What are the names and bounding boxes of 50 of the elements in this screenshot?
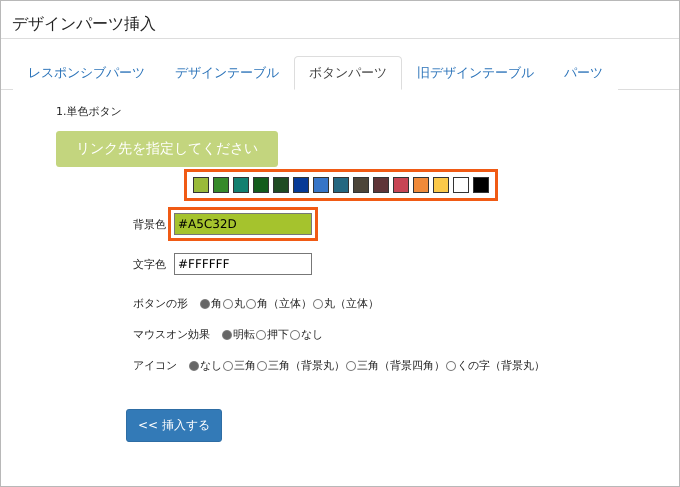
radio-label[interactable]: 角（立体） xyxy=(257,296,312,311)
radio-button[interactable] xyxy=(290,330,300,340)
insert-button[interactable]: << 挿入する xyxy=(126,409,222,442)
field-label: 背景色 xyxy=(133,216,166,232)
color-swatch[interactable] xyxy=(353,177,369,193)
section-title: 1.単色ボタン xyxy=(56,104,122,119)
radio-label[interactable]: なし xyxy=(200,358,222,373)
radio-button[interactable] xyxy=(313,298,323,308)
color-swatch[interactable] xyxy=(433,177,449,193)
page-title: デザインパーツ挿入 xyxy=(11,13,157,35)
radio-button[interactable] xyxy=(346,360,356,370)
color-swatch[interactable] xyxy=(453,177,469,193)
color-input[interactable]: #A5C32D xyxy=(174,213,312,235)
radio-label[interactable]: 明転 xyxy=(233,327,255,342)
radio-button[interactable] xyxy=(200,298,210,308)
color-input[interactable]: #FFFFFF xyxy=(174,253,312,275)
color-swatch[interactable] xyxy=(333,177,349,193)
color-swatch[interactable] xyxy=(193,177,209,193)
field-label: 文字色 xyxy=(133,256,166,272)
tab[interactable]: ボタンパーツ xyxy=(294,56,402,90)
radio-label[interactable]: 三角（背景四角） xyxy=(357,358,445,373)
color-swatch[interactable] xyxy=(373,177,389,193)
color-swatch[interactable] xyxy=(413,177,429,193)
radio-label[interactable]: 丸 xyxy=(234,296,245,311)
color-swatch[interactable] xyxy=(213,177,229,193)
radio-button[interactable] xyxy=(256,330,266,340)
color-swatch[interactable] xyxy=(473,177,489,193)
color-swatch[interactable] xyxy=(233,177,249,193)
radio-label[interactable]: 押下 xyxy=(267,327,289,342)
radio-button[interactable] xyxy=(222,330,232,340)
radio-button[interactable] xyxy=(246,298,256,308)
color-swatch[interactable] xyxy=(273,177,289,193)
color-swatch[interactable] xyxy=(313,177,329,193)
option-label: アイコン xyxy=(133,358,177,373)
radio-label[interactable]: 三角 xyxy=(234,358,256,373)
radio-label[interactable]: くの字（背景丸） xyxy=(457,358,545,373)
option-label: マウスオン効果 xyxy=(133,327,210,342)
radio-button[interactable] xyxy=(223,298,233,308)
color-swatch[interactable] xyxy=(253,177,269,193)
radio-button[interactable] xyxy=(257,360,267,370)
color-swatch[interactable] xyxy=(393,177,409,193)
radio-button[interactable] xyxy=(446,360,456,370)
radio-button[interactable] xyxy=(189,360,199,370)
radio-label[interactable]: 角 xyxy=(211,296,222,311)
radio-label[interactable]: なし xyxy=(301,327,323,342)
radio-label[interactable]: 三角（背景丸） xyxy=(268,358,345,373)
radio-button[interactable] xyxy=(223,360,233,370)
color-swatch[interactable] xyxy=(293,177,309,193)
option-label: ボタンの形 xyxy=(133,296,188,311)
radio-label[interactable]: 丸（立体） xyxy=(324,296,379,311)
